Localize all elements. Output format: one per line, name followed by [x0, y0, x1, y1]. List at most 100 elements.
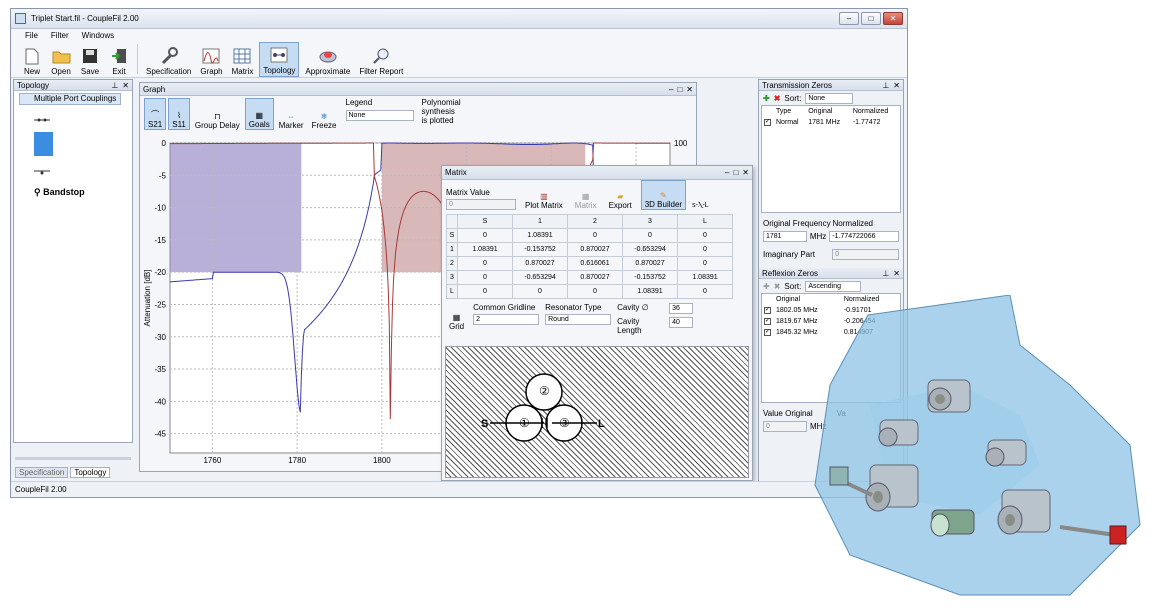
delete-zero-icon[interactable]: ✖ [774, 282, 781, 291]
pin-icon[interactable]: ⊥ [111, 81, 118, 90]
matrix-minimize[interactable]: – [725, 168, 729, 177]
matrix-cell[interactable]: 0 [677, 242, 733, 257]
menu-file[interactable]: File [25, 31, 38, 40]
common-gridline-input[interactable]: 2 [473, 314, 540, 325]
save-button[interactable]: Save [77, 42, 103, 77]
matrix-cell[interactable]: 1.08391 [622, 284, 678, 299]
matrix-cell[interactable]: -0.653294 [512, 270, 568, 285]
matrix-button[interactable]: Matrix [229, 42, 257, 77]
matrix-cell[interactable]: -0.653294 [622, 242, 678, 257]
tab-topology[interactable]: Topology [70, 467, 111, 478]
3d-filter-model [814, 295, 1141, 596]
add-zero-icon[interactable]: ✚ [763, 282, 770, 291]
topology-item-selected[interactable] [34, 132, 53, 156]
freeze-button[interactable]: ❄ Freeze [309, 98, 340, 130]
specification-button[interactable]: Specification [143, 42, 194, 77]
rz-checkbox[interactable]: ✓ [764, 328, 771, 336]
topology-item-3[interactable] [34, 168, 50, 178]
add-zero-icon[interactable]: ✚ [763, 94, 770, 103]
matrix-view-button[interactable]: ▦ Matrix [572, 180, 600, 210]
matrix-close[interactable]: ✕ [742, 168, 749, 177]
pin-icon[interactable]: ⊥ [882, 81, 889, 90]
exit-button[interactable]: Exit [106, 42, 132, 77]
panel-close-icon[interactable]: ✕ [122, 81, 129, 90]
matrix-cell[interactable]: 0 [457, 228, 513, 243]
zoom-slider[interactable] [15, 457, 131, 460]
matrix-cell[interactable]: 0 [567, 228, 623, 243]
minimize-button[interactable]: – [839, 12, 859, 25]
value-original-input[interactable]: 0 [763, 421, 807, 432]
tab-specification[interactable]: Specification [15, 467, 69, 478]
pin-icon[interactable]: ⊥ [882, 269, 889, 278]
matrix-cell[interactable]: 1.08391 [457, 242, 513, 257]
matrix-cell[interactable]: 1.08391 [512, 228, 568, 243]
matrix-cell[interactable]: 0 [677, 256, 733, 271]
matrix-value-input[interactable]: 0 [446, 199, 516, 210]
matrix-cell[interactable]: 0 [512, 284, 568, 299]
resonator-layout-canvas[interactable]: S L ① ② ③ [445, 346, 749, 478]
panel-close-icon[interactable]: ✕ [893, 81, 900, 90]
topology-button[interactable]: Topology [259, 42, 300, 77]
maximize-button[interactable]: □ [861, 12, 881, 25]
matrix-cell[interactable]: 0.870027 [622, 256, 678, 271]
tz-sort-select[interactable]: None [805, 92, 854, 104]
delete-zero-icon[interactable]: ✖ [774, 94, 781, 103]
normalized-input[interactable]: -1.774722066 [829, 231, 899, 242]
matrix-cell[interactable]: 0 [457, 256, 513, 271]
matrix-cell[interactable]: 0 [622, 228, 678, 243]
matrix-cell[interactable]: 0 [677, 284, 733, 299]
orig-freq-input[interactable]: 1781 [763, 231, 807, 242]
filter-report-button[interactable]: Filter Report [356, 42, 406, 77]
matrix-cell[interactable]: 0 [677, 228, 733, 243]
new-button[interactable]: New [19, 42, 45, 77]
rz-checkbox[interactable]: ✓ [764, 306, 771, 314]
3d-builder-button[interactable]: ✎ 3D Builder [640, 180, 687, 210]
graph-minimize[interactable]: – [669, 85, 673, 94]
matrix-cell[interactable]: 0.870027 [567, 270, 623, 285]
matrix-cell[interactable]: 0 [457, 284, 513, 299]
matrix-row-label: S [446, 228, 458, 243]
matrix-cell[interactable]: 0.870027 [567, 242, 623, 257]
rz-checkbox[interactable]: ✓ [764, 317, 771, 325]
plot-matrix-button[interactable]: ▥ Plot Matrix [522, 180, 566, 210]
legend-select[interactable]: None [345, 110, 414, 121]
topology-item-bandstop[interactable]: ⚲ Bandstop [34, 187, 85, 198]
resonator-settings: ▦ Grid Common Gridline 2 Resonator Type R… [442, 299, 752, 335]
tz-row[interactable]: ✓ Normal 1781 MHz -1.77472 [762, 117, 900, 128]
approximate-button[interactable]: Approximate [302, 42, 353, 77]
export-button[interactable]: ▰ Export [606, 180, 635, 210]
grid-button[interactable]: ▦ Grid [446, 303, 467, 331]
matrix-cell[interactable]: -0.153752 [512, 242, 568, 257]
multiple-port-couplings-tab[interactable]: Multiple Port Couplings [19, 93, 121, 105]
rz-sort-select[interactable]: Ascending [805, 280, 862, 292]
menu-filter[interactable]: Filter [51, 31, 69, 40]
matrix-cell[interactable]: 0 [457, 270, 513, 285]
graph-button[interactable]: Graph [197, 42, 225, 77]
matrix-cell[interactable]: 0.616061 [567, 256, 623, 271]
graph-close[interactable]: ✕ [686, 85, 693, 94]
s11-button[interactable]: ⌇ S11 [168, 98, 190, 130]
resonator-type-select[interactable]: Round [545, 314, 612, 325]
tz-header-row: Type Original Normalized [776, 108, 889, 115]
cavity-diameter-input[interactable]: 36 [669, 303, 694, 314]
cavity-length-input[interactable]: 40 [669, 317, 694, 328]
matrix-cell[interactable]: 0 [567, 284, 623, 299]
matrix-cell[interactable]: 0.870027 [512, 256, 568, 271]
goals-button[interactable]: ▦ Goals [244, 98, 274, 130]
graph-maximize[interactable]: □ [677, 85, 682, 94]
close-button[interactable]: ✕ [883, 12, 903, 25]
imaginary-part-input[interactable]: 0 [832, 249, 899, 260]
menu-windows[interactable]: Windows [82, 31, 114, 40]
matrix-maximize[interactable]: □ [733, 168, 738, 177]
marker-button[interactable]: ⇔ Marker [276, 98, 307, 130]
menu-bar: File Filter Windows [11, 29, 907, 42]
s21-button[interactable]: ⌒ S21 [144, 98, 167, 130]
topology-item-1[interactable] [34, 117, 50, 127]
matrix-cell[interactable]: -0.153752 [622, 270, 678, 285]
group-delay-button[interactable]: ⊓ Group Delay [192, 98, 243, 130]
matrix-cell[interactable]: 1.08391 [677, 270, 733, 285]
s21-icon: ⌒ [151, 110, 160, 119]
tz-checkbox[interactable]: ✓ [764, 118, 771, 126]
panel-close-icon[interactable]: ✕ [893, 269, 900, 278]
open-button[interactable]: Open [48, 42, 74, 77]
